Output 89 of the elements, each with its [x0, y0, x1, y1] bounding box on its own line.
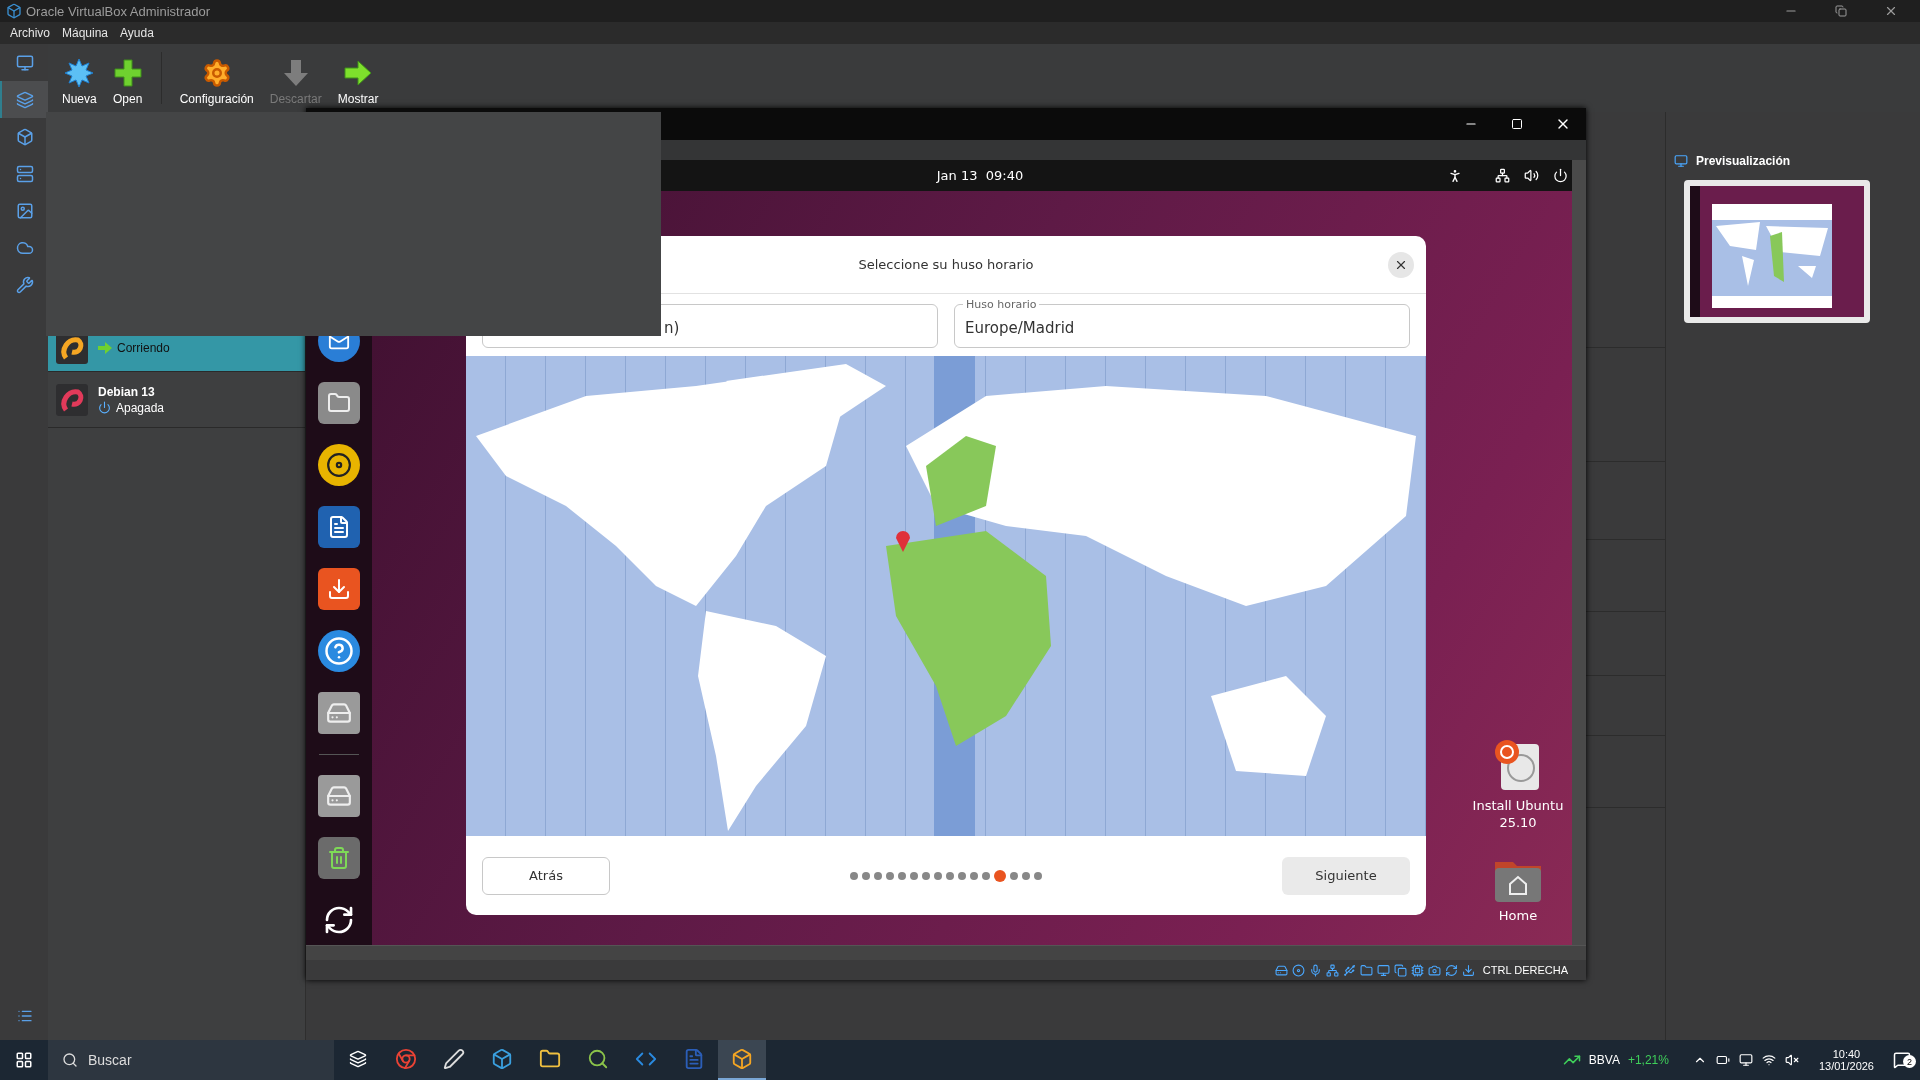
status-icon[interactable]	[1393, 963, 1407, 977]
toolbar-button[interactable]: Nueva	[56, 56, 103, 108]
app-icon	[539, 1048, 561, 1070]
dock-item[interactable]	[318, 568, 360, 610]
status-icon[interactable]	[1274, 963, 1288, 977]
accessibility-icon[interactable]	[1447, 167, 1463, 184]
status-icon[interactable]	[1342, 963, 1356, 977]
status-icon[interactable]	[1376, 963, 1390, 977]
tool-item[interactable]	[0, 81, 48, 118]
right-arrow-icon	[98, 342, 112, 354]
task-view-icon[interactable]	[349, 1050, 367, 1068]
search-field[interactable]: Buscar	[48, 1040, 334, 1080]
status-icon[interactable]	[1359, 963, 1373, 977]
status-icon[interactable]	[1410, 963, 1424, 977]
tool-icon	[16, 90, 34, 109]
vertical-scrollbar[interactable]	[1572, 160, 1586, 945]
menu-item[interactable]: Ayuda	[114, 26, 160, 40]
volume-muted-icon[interactable]	[1784, 1053, 1799, 1067]
folder-icon	[327, 391, 351, 415]
network-icon[interactable]	[1495, 168, 1510, 183]
search-icon	[62, 1052, 78, 1068]
gear-icon	[201, 58, 232, 88]
start-icon[interactable]	[15, 1051, 33, 1069]
tool-icon	[16, 275, 34, 294]
horizontal-scrollbar[interactable]	[306, 945, 1586, 960]
status-icon[interactable]	[1291, 963, 1305, 977]
starburst-icon	[64, 58, 95, 88]
plus-icon	[112, 58, 143, 88]
app-icon	[443, 1048, 465, 1070]
trash-icon	[327, 846, 351, 870]
monitor-icon	[1674, 154, 1688, 168]
battery-icon[interactable]	[1715, 1053, 1730, 1067]
toolbar-button[interactable]: Open	[106, 56, 149, 108]
preview-title: Previsualización	[1696, 154, 1791, 168]
dock-item[interactable]	[318, 506, 360, 548]
restore-icon[interactable]	[1835, 5, 1847, 17]
app-icon	[587, 1048, 609, 1070]
tool-icon	[16, 201, 34, 220]
vm-status: Apagada	[116, 400, 165, 415]
notification-icon[interactable]	[1893, 1051, 1911, 1069]
stock-change: +1,21%	[1627, 1053, 1669, 1067]
topbar-clock[interactable]: Jan 13 09:40	[936, 168, 1024, 183]
toolbar-button[interactable]: Mostrar	[331, 56, 385, 108]
vm-name: Debian 13	[98, 384, 156, 399]
stock-name: BBVA	[1588, 1053, 1620, 1067]
toolbar-button[interactable]: Configuración	[173, 56, 260, 108]
desktop-icon-label: Home	[1497, 908, 1539, 925]
next-button[interactable]: Siguiente	[1282, 856, 1410, 895]
tool-icon	[16, 127, 34, 146]
desktop-icon-label: Install Ubuntu 25.10	[1471, 798, 1565, 833]
menu-item[interactable]: Archivo	[4, 26, 56, 40]
dock-item[interactable]	[318, 630, 360, 672]
status-icon[interactable]	[1427, 963, 1441, 977]
network-icon[interactable]	[1761, 1053, 1776, 1067]
host-key-label: CTRL DERECHA	[1482, 964, 1568, 976]
taskbar-clock[interactable]: 10:40 13/01/2026	[1818, 1048, 1874, 1072]
field-label: Huso horario	[963, 298, 1040, 311]
status-icon[interactable]	[1308, 963, 1322, 977]
taskbar-button[interactable]	[718, 1040, 766, 1080]
close-icon[interactable]	[1884, 4, 1898, 18]
vm-status: Corriendo	[117, 341, 170, 355]
volume-icon[interactable]	[1524, 168, 1539, 183]
drive-icon	[326, 700, 352, 726]
os-logo-icon	[56, 383, 88, 416]
app-icon	[731, 1048, 753, 1070]
power-icon	[98, 401, 111, 414]
menu-item[interactable]: Máquina	[56, 26, 115, 40]
document-icon	[327, 515, 351, 539]
monitor-icon[interactable]	[1738, 1053, 1753, 1067]
tool-icon	[16, 53, 34, 72]
tool-icon	[16, 164, 34, 183]
status-icon[interactable]	[1444, 963, 1458, 977]
dock-item[interactable]	[318, 444, 360, 486]
notification-count: 2	[1903, 1055, 1916, 1068]
help-icon	[324, 636, 354, 666]
window-title: Oracle VirtualBox Administrador	[26, 3, 211, 19]
app-icon	[683, 1048, 705, 1070]
drive-icon	[326, 783, 352, 809]
app-logo-icon	[6, 3, 22, 19]
dialog-title: Seleccione su huso horario	[858, 257, 1034, 272]
status-icon[interactable]	[1461, 963, 1475, 977]
power-icon[interactable]	[1553, 168, 1568, 183]
vm-list-item[interactable]: Debian 13 Apagada	[48, 372, 305, 428]
maximize-icon[interactable]	[1511, 118, 1523, 130]
right-arrow-icon	[343, 58, 374, 88]
status-icon[interactable]	[1325, 963, 1339, 977]
app-icon	[491, 1048, 513, 1070]
app-icon	[395, 1048, 417, 1070]
back-button[interactable]: Atrás	[482, 856, 610, 895]
